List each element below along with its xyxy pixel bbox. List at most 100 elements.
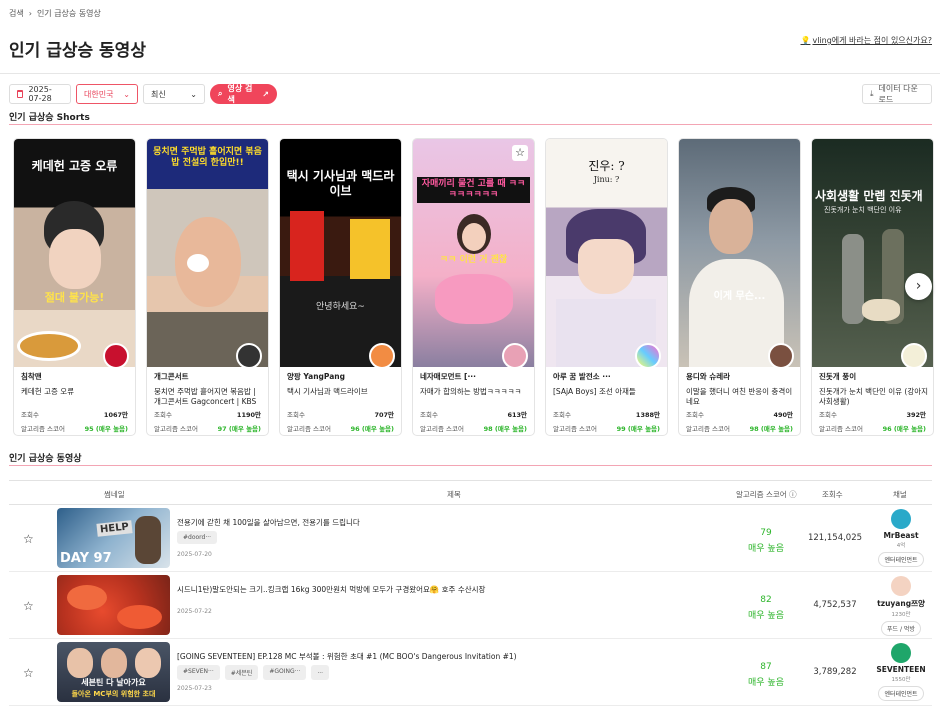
tag-list: #doord··· bbox=[177, 531, 218, 544]
short-title[interactable]: 케데헌 고증 오류 bbox=[21, 387, 131, 407]
short-card[interactable]: 택시 기사님과 맥드라이브 안녕하세요~ 양팡 YangPang 택시 기사님과… bbox=[279, 138, 402, 436]
data-download-button[interactable]: ⤓ 데이터 다운로드 bbox=[862, 84, 932, 104]
short-thumbnail[interactable]: 이게 무슨... bbox=[679, 139, 800, 367]
short-card[interactable]: 진우: ? Jinu: ? 아루 꿈 발전소 ··· [SAjA Boys] 조… bbox=[545, 138, 668, 436]
country-select[interactable]: 대한민국 ⌄ bbox=[76, 84, 138, 104]
channel-name[interactable]: MrBeast bbox=[871, 531, 931, 540]
channel-avatar[interactable] bbox=[901, 343, 927, 367]
channel-avatar[interactable] bbox=[369, 343, 395, 367]
sort-select[interactable]: 최신 ⌄ bbox=[143, 84, 205, 104]
channel-avatar[interactable] bbox=[236, 343, 262, 367]
date-picker[interactable]: 2025-07-28 bbox=[9, 84, 71, 104]
channel-name[interactable]: SEVENTEEN bbox=[871, 665, 931, 674]
views-row: 조회수 707만 bbox=[287, 409, 394, 419]
short-title[interactable]: 자매가 합의하는 방법ㅋㅋㅋㅋㅋ bbox=[420, 387, 530, 407]
short-title[interactable]: 뭉치면 주먹밥 흩어지면 볶음밥 | 개그콘서트 Gagconcert | KB… bbox=[154, 387, 264, 407]
views-value: 707만 bbox=[374, 411, 394, 419]
help-circle-icon[interactable]: ⓘ bbox=[789, 490, 797, 499]
carousel-next-button[interactable]: › bbox=[905, 273, 932, 300]
external-link-icon: ↗ bbox=[262, 89, 269, 99]
short-channel[interactable]: 진돗개 풍이 bbox=[819, 371, 899, 382]
short-card[interactable]: 몽치면 주먹밥 흩어지면 볶음밥 전설의 한입만!! 개그콘서트 뭉치면 주먹밥… bbox=[146, 138, 269, 436]
views-label: 조회수 bbox=[819, 411, 837, 419]
score-label: 알고리즘 스코어 bbox=[686, 425, 730, 433]
short-channel[interactable]: 침착맨 bbox=[21, 371, 101, 382]
short-thumbnail[interactable]: 진우: ? Jinu: ? bbox=[546, 139, 667, 367]
short-thumbnail[interactable]: 케데헌 고증 오류 절대 불가능! bbox=[14, 139, 135, 367]
short-channel[interactable]: 용디와 슈레라 bbox=[686, 371, 766, 382]
header-score-label: 알고리즘 스코어 bbox=[736, 490, 787, 499]
channel-name[interactable]: tzuyang쯔양 bbox=[871, 598, 931, 609]
short-title[interactable]: [SAjA Boys] 조선 아재들 bbox=[553, 387, 663, 407]
thumb-caption-secondary: 돌아온 MC부의 위험한 초대 bbox=[71, 690, 156, 698]
feedback-link[interactable]: 💡 vling에게 바라는 점이 있으신가요? bbox=[801, 35, 933, 46]
video-thumbnail[interactable]: 세븐틴 다 날아가요 돌아온 MC부의 위험한 초대 bbox=[57, 642, 170, 702]
breadcrumb-root[interactable]: 검색 bbox=[9, 8, 24, 19]
table-row[interactable]: ☆ 시드니1탄)말도안되는 크기..킹크랩 16kg 300만원치 먹방에 모두… bbox=[9, 572, 932, 639]
video-title[interactable]: [GOING SEVENTEEN] EP.128 MC 부석볼 : 위험한 초대… bbox=[177, 651, 517, 662]
table-row[interactable]: ☆ 세븐틴 다 날아가요 돌아온 MC부의 위험한 초대 [GOING SEVE… bbox=[9, 639, 932, 706]
star-icon[interactable]: ☆ bbox=[23, 533, 35, 545]
channel-avatar[interactable] bbox=[891, 576, 911, 596]
filter-bar: 2025-07-28 대한민국 ⌄ 최신 ⌄ ⌕ 영상 검색 ↗ ⤓ 데이터 다운로드 bbox=[9, 84, 932, 104]
short-title[interactable]: 이말을 했더니 여친 반응이 충격이네요 bbox=[686, 387, 796, 407]
channel-cell[interactable]: tzuyang쯔양 1230만 푸드 / 먹방 bbox=[871, 576, 931, 636]
score-value: 87 bbox=[760, 662, 772, 672]
tag[interactable]: #세븐틴 bbox=[224, 665, 259, 680]
tag-more[interactable]: ... bbox=[311, 665, 330, 680]
date-value: 2025-07-28 bbox=[28, 85, 52, 103]
videos-section-title: 인기 급상승 동영상 bbox=[9, 451, 932, 466]
tag[interactable]: #GOING··· bbox=[263, 665, 307, 680]
views-label: 조회수 bbox=[21, 411, 39, 419]
star-icon[interactable]: ☆ bbox=[512, 145, 528, 161]
short-thumbnail[interactable]: 택시 기사님과 맥드라이브 안녕하세요~ bbox=[280, 139, 401, 367]
video-title[interactable]: 시드니1탄)말도안되는 크기..킹크랩 16kg 300만원치 먹방에 모두가 … bbox=[177, 584, 485, 595]
score-value: 95 (매우 높음) bbox=[84, 425, 128, 433]
score-row: 알고리즘 스코어 95 (매우 높음) bbox=[21, 423, 128, 433]
short-title[interactable]: 진돗개가 눈치 백단인 이유 (강아지 사회생활) bbox=[819, 387, 929, 407]
video-search-button[interactable]: ⌕ 영상 검색 ↗ bbox=[210, 84, 277, 104]
thumb-caption: 진우: ? bbox=[588, 159, 625, 173]
score-row: 알고리즘 스코어 98 (매우 높음) bbox=[420, 423, 527, 433]
channel-avatar[interactable] bbox=[502, 343, 528, 367]
score-row: 알고리즘 스코어 96 (매우 높음) bbox=[287, 423, 394, 433]
channel-avatar[interactable] bbox=[891, 509, 911, 529]
channel-cell[interactable]: MrBeast 4억 엔터테인먼트 bbox=[871, 509, 931, 567]
short-card[interactable]: 이게 무슨... 용디와 슈레라 이말을 했더니 여친 반응이 충격이네요 조회… bbox=[678, 138, 801, 436]
thumb-caption: 몽치면 주먹밥 흩어지면 볶음밥 전설의 한입만!! bbox=[153, 147, 262, 168]
short-channel[interactable]: 양팡 YangPang bbox=[287, 371, 367, 382]
table-row[interactable]: ☆ HELP DAY 97 전용기에 갇힌 채 100일을 살아남으면, 전용기… bbox=[9, 505, 932, 572]
short-channel[interactable]: 아루 꿈 발전소 ··· bbox=[553, 371, 633, 382]
tag-list: #SEVEN··· #세븐틴 #GOING··· ... bbox=[177, 665, 330, 680]
channel-avatar[interactable] bbox=[635, 343, 661, 367]
download-label: 데이터 다운로드 bbox=[878, 84, 918, 104]
search-button-label: 영상 검색 bbox=[227, 84, 253, 104]
views-value: 392만 bbox=[906, 411, 926, 419]
star-icon[interactable]: ☆ bbox=[23, 667, 35, 679]
thumb-subcaption: 이게 무슨... bbox=[713, 291, 766, 302]
tag[interactable]: #SEVEN··· bbox=[177, 665, 220, 680]
header-views[interactable]: 조회수 bbox=[822, 489, 843, 500]
thumb-subcaption: 안녕하세요~ bbox=[316, 302, 365, 312]
person-face bbox=[49, 229, 101, 289]
short-channel[interactable]: 개그콘서트 bbox=[154, 371, 234, 382]
short-thumbnail[interactable]: 자매끼리 물건 고를 때 ㅋㅋㅋㅋㅋㅋㅋㅋ ㅋㅋ 이런 거 괜찮 ☆ bbox=[413, 139, 534, 367]
channel-avatar[interactable] bbox=[103, 343, 129, 367]
short-channel[interactable]: 네자매모먼트 [··· bbox=[420, 371, 500, 382]
channel-avatar[interactable] bbox=[891, 643, 911, 663]
channel-cell[interactable]: SEVENTEEN 1550만 엔터테인먼트 bbox=[871, 643, 931, 701]
thumb-caption: 사회생활 만렙 진돗개 bbox=[815, 189, 923, 203]
video-thumbnail[interactable] bbox=[57, 575, 170, 635]
score-value: 99 (매우 높음) bbox=[616, 425, 660, 433]
video-thumbnail[interactable]: HELP DAY 97 bbox=[57, 508, 170, 568]
channel-avatar[interactable] bbox=[768, 343, 794, 367]
short-card[interactable]: 케데헌 고증 오류 절대 불가능! 침착맨 케데헌 고증 오류 조회수 1067만… bbox=[13, 138, 136, 436]
short-thumbnail[interactable]: 몽치면 주먹밥 흩어지면 볶음밥 전설의 한입만!! bbox=[147, 139, 268, 367]
video-title[interactable]: 전용기에 갇힌 채 100일을 살아남으면, 전용기를 드립니다 bbox=[177, 517, 360, 528]
tag[interactable]: #doord··· bbox=[177, 531, 218, 544]
star-icon[interactable]: ☆ bbox=[23, 600, 35, 612]
header-score[interactable]: 알고리즘 스코어 ⓘ bbox=[736, 489, 797, 500]
short-title[interactable]: 택시 기사님과 맥드라이브 bbox=[287, 387, 397, 407]
short-thumbnail[interactable]: 사회생활 만렙 진돗개 진돗개가 눈치 백단인 이유 bbox=[812, 139, 933, 367]
short-card[interactable]: 자매끼리 물건 고를 때 ㅋㅋㅋㅋㅋㅋㅋㅋ ㅋㅋ 이런 거 괜찮 ☆ 네자매모먼… bbox=[412, 138, 535, 436]
